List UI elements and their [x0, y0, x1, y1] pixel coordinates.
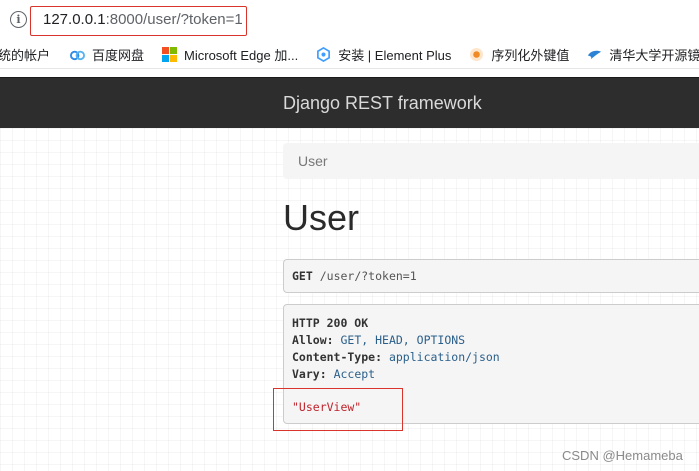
- bookmark-label: 统的帐户: [0, 47, 51, 63]
- bookmark-microsoft-edge[interactable]: Microsoft Edge 加...: [162, 45, 298, 64]
- header-key: Vary:: [292, 367, 327, 381]
- bookmark-label: Microsoft Edge 加...: [184, 47, 299, 63]
- bookmarks-bar: 统的帐户 百度网盘 Microsoft Edge 加... 安装 | Eleme…: [0, 40, 699, 69]
- response-header-content-type: Content-Type: application/json: [292, 349, 699, 366]
- bookmark-serialize-fk[interactable]: 序列化外键值: [469, 45, 569, 64]
- csdn-watermark: CSDN @Hemameba: [562, 448, 683, 463]
- header-key: Content-Type:: [292, 350, 383, 364]
- bookmark-account[interactable]: 统的帐户: [0, 45, 50, 64]
- body-annotation-box: [273, 388, 403, 431]
- page-title: User: [283, 197, 360, 238]
- request-path: /user/?token=1: [319, 269, 417, 283]
- bookmark-label: 清华大学开源镜像: [609, 47, 699, 63]
- bookmark-label: 序列化外键值: [491, 47, 570, 63]
- site-info-icon[interactable]: i: [10, 11, 27, 28]
- response-status: HTTP 200 OK: [292, 316, 369, 330]
- drf-navbar: Django REST framework: [0, 77, 699, 128]
- baidu-netdisk-icon: [70, 50, 86, 60]
- request-info: GET /user/?token=1: [283, 259, 699, 293]
- element-plus-icon: [317, 46, 331, 62]
- breadcrumb-item-user[interactable]: User: [298, 153, 328, 169]
- response-header-allow: Allow: GET, HEAD, OPTIONS: [292, 332, 699, 349]
- header-value: GET, HEAD, OPTIONS: [340, 333, 466, 347]
- bookmark-label: 百度网盘: [92, 47, 145, 63]
- request-method: GET: [292, 269, 313, 283]
- bookmark-label: 安装 | Element Plus: [338, 47, 452, 63]
- header-value: Accept: [333, 367, 376, 381]
- header-key: Allow:: [292, 333, 334, 347]
- url-annotation-box: [30, 6, 247, 36]
- navbar-brand-link[interactable]: Django REST framework: [283, 93, 482, 114]
- bird-icon: [588, 50, 602, 59]
- bookmark-tsinghua-mirror[interactable]: 清华大学开源镜像: [587, 45, 699, 64]
- orange-star-icon: [470, 47, 484, 61]
- response-header-vary: Vary: Accept: [292, 366, 699, 383]
- header-value: application/json: [388, 350, 500, 364]
- microsoft-icon: [162, 46, 178, 62]
- bookmark-element-plus[interactable]: 安装 | Element Plus: [316, 45, 451, 64]
- bookmark-baidu-netdisk[interactable]: 百度网盘: [70, 45, 144, 64]
- breadcrumb: User: [283, 143, 699, 179]
